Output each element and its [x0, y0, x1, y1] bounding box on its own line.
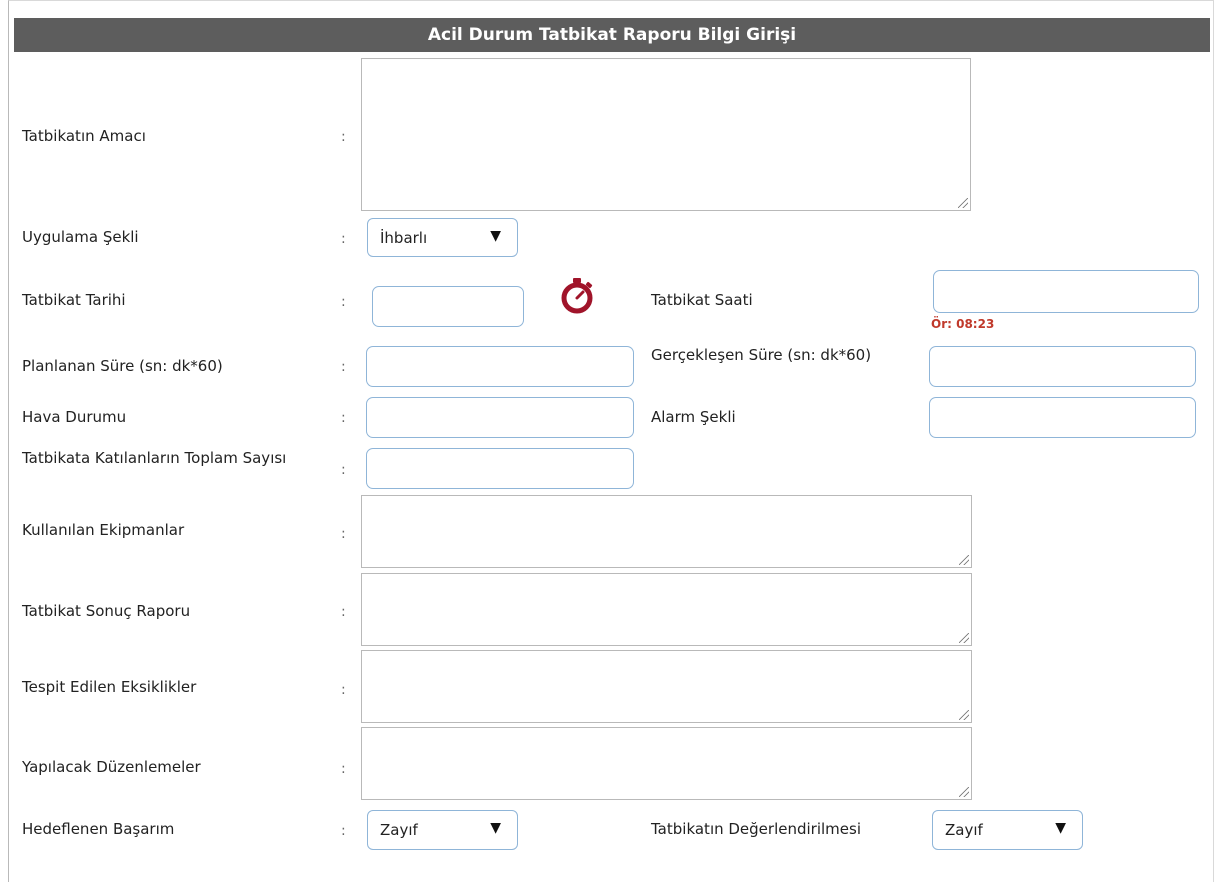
label-alarm-type: Alarm Şekli [651, 408, 736, 426]
colon: : [341, 231, 346, 247]
label-purpose: Tatbikatın Amacı [22, 127, 146, 145]
stopwatch-icon[interactable] [557, 275, 597, 315]
label-participant-count: Tatbikata Katılanların Toplam Sayısı [22, 449, 287, 467]
deficiencies-textarea[interactable] [361, 650, 972, 723]
resize-grip-icon[interactable] [959, 710, 969, 720]
colon: : [341, 410, 346, 426]
colon: : [341, 129, 346, 145]
label-planned-duration: Planlanan Süre (sn: dk*60) [22, 357, 223, 375]
resize-grip-icon[interactable] [958, 198, 968, 208]
actual-duration-input[interactable] [929, 346, 1196, 387]
resize-grip-icon[interactable] [959, 633, 969, 643]
colon: : [341, 823, 346, 839]
colon: : [341, 294, 346, 310]
application-type-value: İhbarlı [380, 229, 428, 247]
label-equipment: Kullanılan Ekipmanlar [22, 521, 185, 539]
colon: : [341, 526, 346, 542]
application-type-select[interactable]: İhbarlı ▼ [367, 218, 518, 257]
form-title: Acil Durum Tatbikat Raporu Bilgi Girişi [14, 18, 1210, 52]
label-drill-time: Tatbikat Saati [651, 291, 753, 309]
result-report-textarea[interactable] [361, 573, 972, 646]
colon: : [341, 604, 346, 620]
label-application-type: Uygulama Şekli [22, 228, 139, 246]
resize-grip-icon[interactable] [959, 787, 969, 797]
drill-time-input[interactable] [933, 270, 1199, 313]
label-deficiencies: Tespit Edilen Eksiklikler [22, 678, 197, 696]
time-format-hint: Ör: 08:23 [931, 317, 995, 331]
resize-grip-icon[interactable] [959, 555, 969, 565]
label-target-performance: Hedeflenen Başarım [22, 820, 175, 838]
drill-evaluation-value: Zayıf [945, 821, 983, 839]
label-result-report: Tatbikat Sonuç Raporu [22, 602, 191, 620]
drill-date-input[interactable] [372, 286, 524, 327]
dropdown-arrow-icon: ▼ [1055, 820, 1066, 836]
dropdown-arrow-icon: ▼ [490, 228, 501, 244]
planned-duration-input[interactable] [366, 346, 634, 387]
purpose-textarea[interactable] [361, 58, 971, 211]
colon: : [341, 359, 346, 375]
label-weather: Hava Durumu [22, 408, 127, 426]
drill-evaluation-select[interactable]: Zayıf ▼ [932, 810, 1083, 850]
improvements-textarea[interactable] [361, 727, 972, 800]
alarm-type-input[interactable] [929, 397, 1196, 438]
label-actual-duration: Gerçekleşen Süre (sn: dk*60) [651, 346, 872, 364]
colon: : [341, 682, 346, 698]
target-performance-value: Zayıf [380, 821, 418, 839]
participant-count-input[interactable] [366, 448, 634, 489]
label-drill-date: Tatbikat Tarihi [22, 291, 126, 309]
equipment-textarea[interactable] [361, 495, 972, 568]
label-drill-evaluation: Tatbikatın Değerlendirilmesi [651, 820, 861, 838]
colon: : [341, 761, 346, 777]
target-performance-select[interactable]: Zayıf ▼ [367, 810, 518, 850]
dropdown-arrow-icon: ▼ [490, 820, 501, 836]
label-improvements: Yapılacak Düzenlemeler [22, 758, 201, 776]
colon: : [341, 462, 346, 478]
weather-input[interactable] [366, 397, 634, 438]
